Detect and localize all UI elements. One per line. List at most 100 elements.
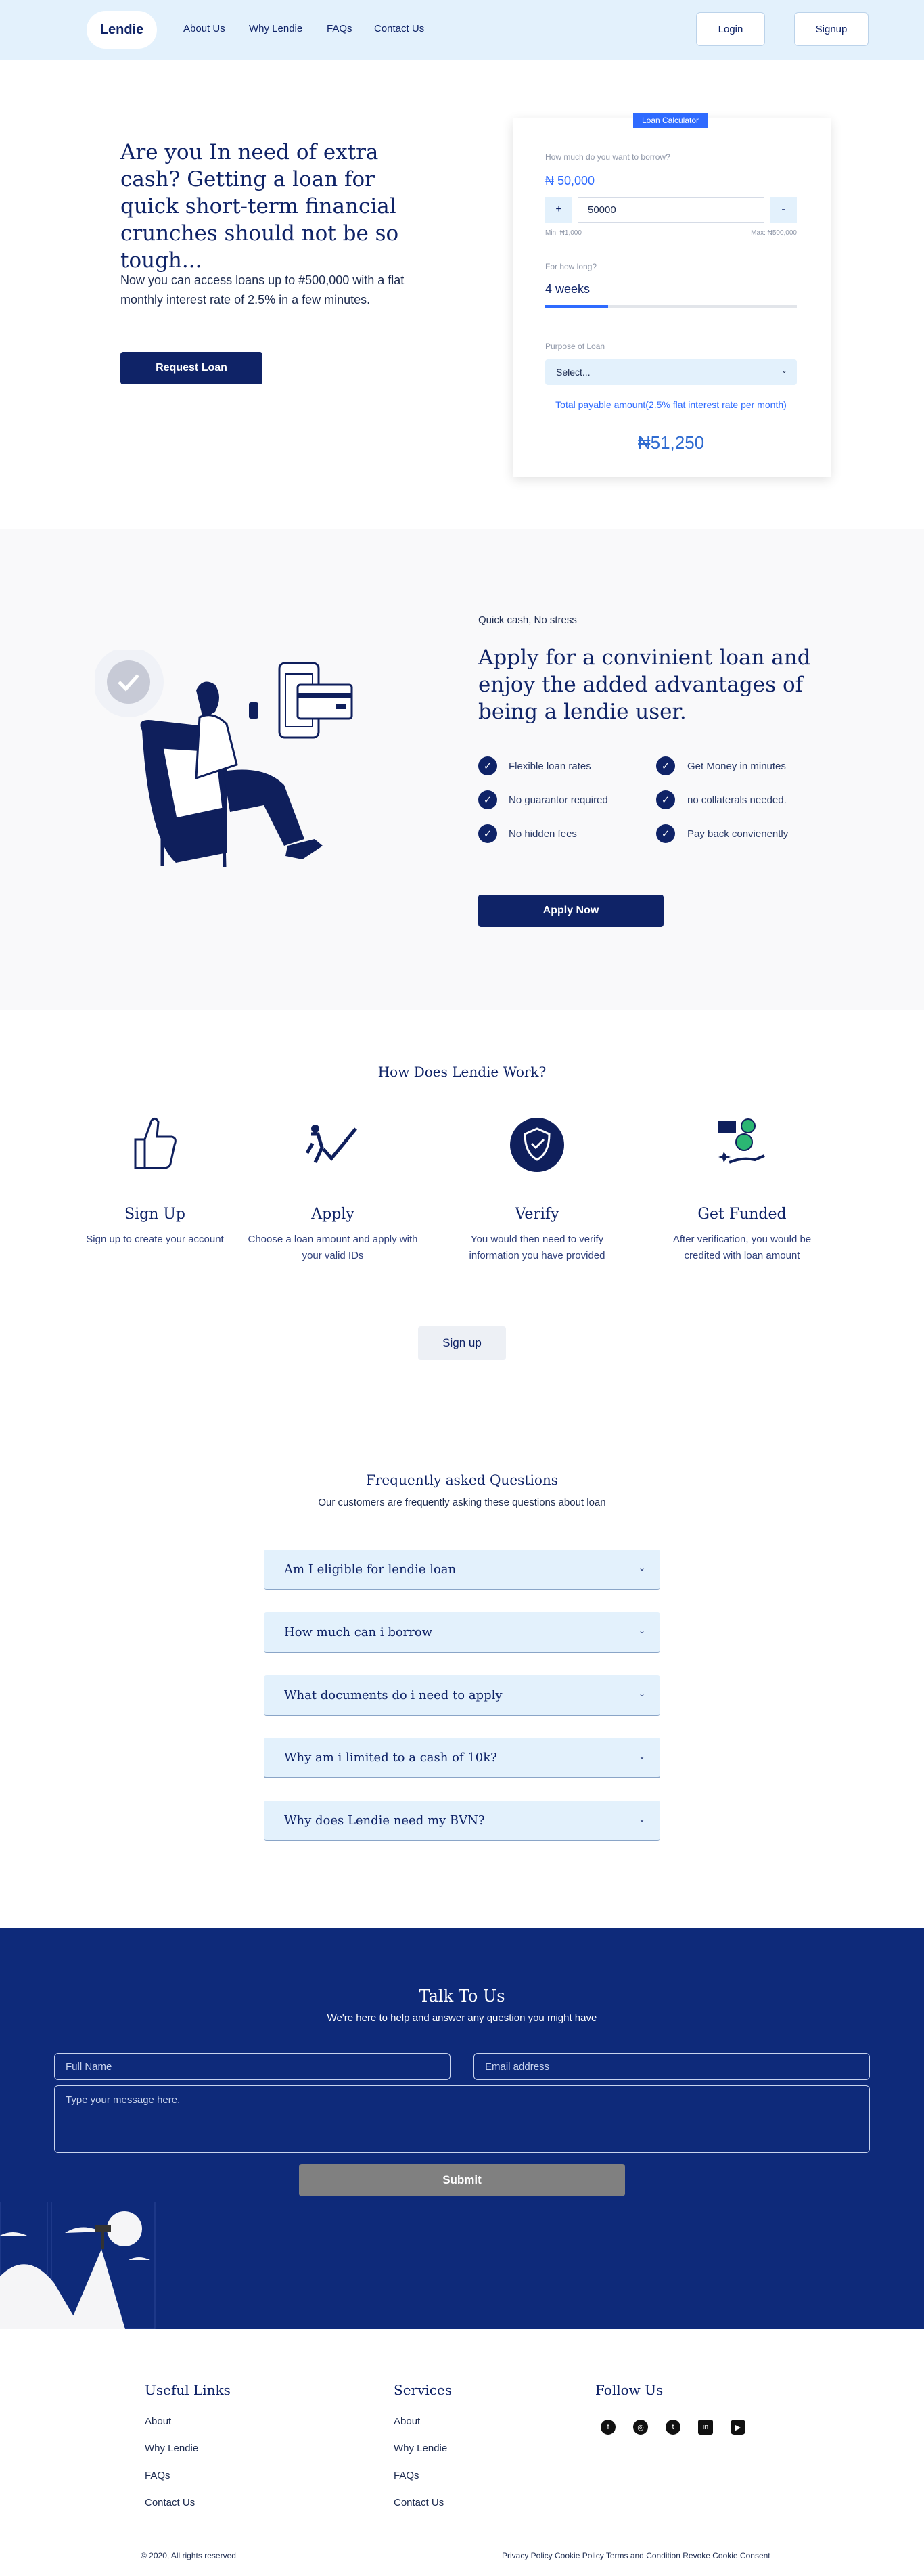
copyright: © 2020, All rights reserved: [141, 2551, 236, 2560]
login-button[interactable]: Login: [696, 12, 765, 46]
amount-display: ₦ 50,000: [545, 174, 595, 187]
hero-title: Are you In need of extra cash? Getting a…: [120, 140, 399, 273]
checkmark-person-icon: [305, 1125, 357, 1164]
facebook-icon[interactable]: f: [601, 2420, 616, 2435]
advantage-item: no collaterals needed.: [687, 794, 787, 806]
total-label: Total payable amount(2.5% flat interest …: [555, 399, 787, 410]
full-name-input[interactable]: Full Name: [54, 2053, 451, 2080]
check-icon: ✓: [656, 790, 675, 809]
duration-value: 4 weeks: [545, 282, 591, 296]
amount-increase-button[interactable]: +: [545, 197, 572, 223]
useful-links-title: Useful Links: [145, 2382, 231, 2398]
check-icon: ✓: [478, 824, 497, 843]
footer-link[interactable]: Contact Us: [145, 2497, 195, 2508]
legal-links[interactable]: Privacy Policy Cookie Policy Terms and C…: [502, 2551, 770, 2560]
message-textarea[interactable]: Type your message here.: [54, 2085, 870, 2153]
nav-link-why-lendie[interactable]: Why Lendie: [249, 23, 302, 35]
amount-label: How much do you want to borrow?: [545, 152, 670, 162]
calculator-tag: Loan Calculator: [633, 113, 708, 128]
faq-question: Why does Lendie need my BVN?: [284, 1813, 485, 1828]
purpose-select-value: Select...: [556, 367, 591, 378]
chevron-down-icon: ⌄: [638, 1626, 645, 1635]
apply-now-button[interactable]: Apply Now: [478, 895, 664, 927]
advantage-item: No hidden fees: [509, 828, 577, 840]
email-input[interactable]: Email address: [473, 2053, 870, 2080]
advantage-item: Flexible loan rates: [509, 761, 591, 772]
step-title: Sign Up: [124, 1206, 185, 1223]
nav-link-faqs[interactable]: FAQs: [327, 23, 352, 35]
amount-max: Max: ₦500,000: [751, 229, 797, 237]
advantage-item: No guarantor required: [509, 794, 608, 806]
advantages-eyebrow: Quick cash, No stress: [478, 614, 577, 626]
advantage-item: Get Money in minutes: [687, 761, 786, 772]
nav-link-contact[interactable]: Contact Us: [374, 23, 424, 35]
hero-text: Now you can access loans up to #500,000 …: [120, 273, 405, 307]
total-amount: ₦51,250: [637, 432, 705, 453]
instagram-icon[interactable]: ◎: [633, 2420, 648, 2435]
services-title: Services: [394, 2382, 453, 2398]
logo[interactable]: Lendie: [87, 11, 157, 49]
loan-calculator: Loan Calculator How much do you want to …: [513, 113, 831, 477]
request-loan-button[interactable]: Request Loan: [120, 352, 262, 384]
money-hand-icon: [718, 1118, 765, 1164]
advantage-item: Pay back convienently: [687, 828, 789, 840]
step-title: Apply: [311, 1206, 354, 1223]
duration-label: For how long?: [545, 262, 597, 271]
faq-question: Why am i limited to a cash of 10k?: [284, 1750, 497, 1765]
chevron-down-icon: ⌄: [638, 1814, 645, 1824]
footer-link[interactable]: About: [145, 2416, 171, 2427]
linkedin-icon[interactable]: in: [698, 2420, 713, 2435]
chevron-down-icon: ⌄: [781, 367, 787, 375]
step-title: Get Funded: [697, 1206, 787, 1223]
step-title: Verify: [515, 1206, 559, 1223]
purpose-label: Purpose of Loan: [545, 342, 605, 351]
step-text: You would then need to verify informatio…: [469, 1234, 605, 1261]
advantages-title: Apply for a convinient loan and enjoy th…: [478, 646, 811, 724]
faq-item[interactable]: Why does Lendie need my BVN? ⌄: [264, 1801, 660, 1841]
duration-slider[interactable]: [545, 305, 797, 308]
chevron-down-icon: ⌄: [638, 1689, 645, 1698]
check-icon: ✓: [478, 790, 497, 809]
faq-subtitle: Our customers are frequently asking thes…: [318, 1497, 606, 1508]
duration-slider-fill: [545, 305, 608, 308]
amount-decrease-button[interactable]: -: [770, 197, 797, 223]
footer-link[interactable]: Why Lendie: [394, 2443, 447, 2454]
chevron-down-icon: ⌄: [638, 1751, 645, 1761]
amount-input[interactable]: 50000: [578, 197, 764, 223]
footer-link[interactable]: Contact Us: [394, 2497, 444, 2508]
step-text: Choose a loan amount and apply with your…: [248, 1234, 418, 1261]
faq-question: What documents do i need to apply: [284, 1688, 503, 1702]
step-text: After verification, you would be credite…: [672, 1234, 812, 1261]
footer-link[interactable]: Why Lendie: [145, 2443, 198, 2454]
faq-item[interactable]: How much can i borrow ⌄: [264, 1612, 660, 1653]
footer-link[interactable]: FAQs: [145, 2470, 170, 2481]
amount-min: Min: ₦1,000: [545, 229, 582, 237]
check-icon: ✓: [478, 756, 497, 775]
faq-item[interactable]: What documents do i need to apply ⌄: [264, 1675, 660, 1716]
woman-on-chair-illustration: [95, 650, 353, 868]
purpose-select[interactable]: Select... ⌄: [545, 359, 797, 385]
contact-subtitle: We're here to help and answer any questi…: [327, 2012, 597, 2024]
youtube-icon[interactable]: ▶: [731, 2420, 745, 2435]
footer-link[interactable]: About: [394, 2416, 420, 2427]
contact-title: Talk To Us: [419, 1987, 505, 2006]
follow-us-title: Follow Us: [595, 2382, 664, 2398]
check-icon: ✓: [656, 824, 675, 843]
shield-check-icon: [510, 1118, 564, 1172]
faq-question: How much can i borrow: [284, 1625, 433, 1640]
nav-link-about[interactable]: About Us: [183, 23, 225, 35]
faq-question: Am I eligible for lendie loan: [284, 1562, 457, 1577]
signup-button[interactable]: Signup: [794, 12, 869, 46]
faq-item[interactable]: Why am i limited to a cash of 10k? ⌄: [264, 1738, 660, 1778]
twitter-icon[interactable]: t: [666, 2420, 680, 2435]
faq-item[interactable]: Am I eligible for lendie loan ⌄: [264, 1550, 660, 1590]
sign-up-button[interactable]: Sign up: [418, 1326, 506, 1360]
chevron-down-icon: ⌄: [638, 1563, 645, 1573]
check-icon: ✓: [656, 756, 675, 775]
faq-title: Frequently asked Questions: [365, 1472, 559, 1488]
step-text: Sign up to create your account: [86, 1234, 224, 1245]
submit-button[interactable]: Submit: [299, 2164, 625, 2196]
mountain-illustration: [0, 2202, 156, 2329]
footer-link[interactable]: FAQs: [394, 2470, 419, 2481]
advantages-section: Quick cash, No stress Apply for a convin…: [0, 529, 924, 1010]
